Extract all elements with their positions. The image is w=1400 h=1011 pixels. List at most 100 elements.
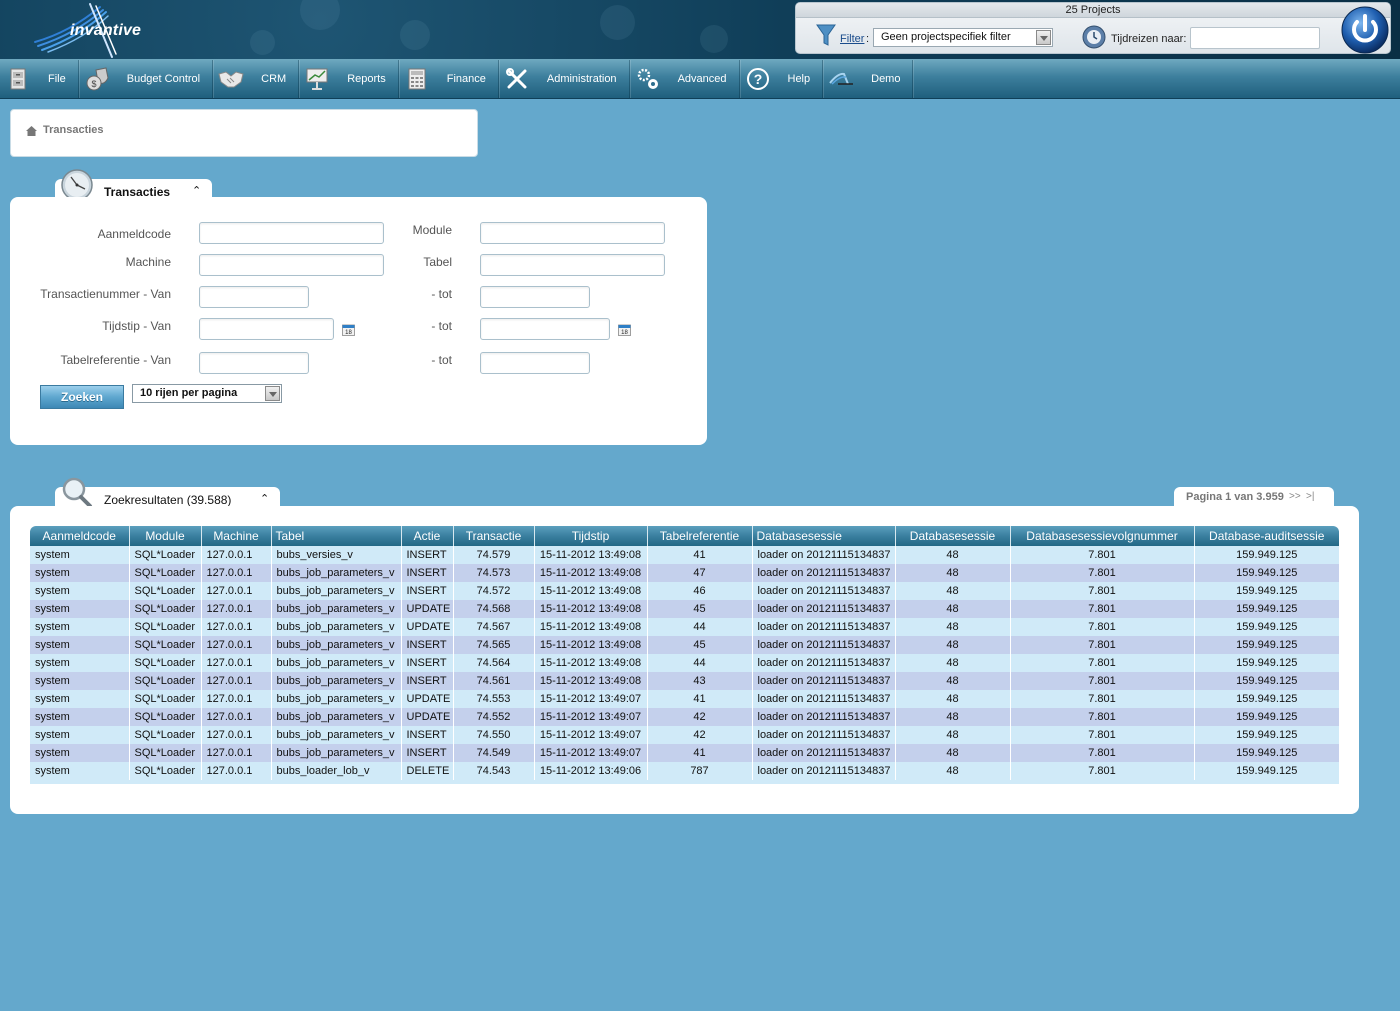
time-travel-input[interactable] [1190,27,1320,49]
calculator-icon [403,65,431,93]
table-row[interactable]: system SQL*Loader 127.0.0.1 bubs_job_parame… [30,654,1339,672]
menu-label: Advanced [677,72,727,85]
cell-aanmeldcode: system [30,690,130,708]
cell-databasesessie-nr: 48 [895,762,1011,780]
column-header-tijdstip[interactable]: Tijdstip [534,526,648,546]
collapse-icon[interactable]: ⌃ [192,184,201,197]
cell-tabel: bubs_job_parameters_v [271,708,402,726]
cell-database-auditsessie: 159.949.125 [1194,708,1339,726]
tijdstip-van-input[interactable] [199,318,334,340]
tabelreferentie-van-input[interactable] [199,352,309,374]
table-row[interactable]: system SQL*Loader 127.0.0.1 bubs_job_parame… [30,672,1339,690]
tijdstip-tot-input[interactable] [480,318,610,340]
cell-module: SQL*Loader [129,726,202,744]
pager-last-button[interactable]: >| [1306,491,1314,502]
results-table: Aanmeldcode Module Machine Tabel Actie Transa… [30,526,1339,780]
column-header-transactie[interactable]: Transactie [453,526,535,546]
column-header-actie[interactable]: Actie [401,526,454,546]
cell-machine: 127.0.0.1 [201,708,272,726]
filter-link[interactable]: Filter [840,33,864,45]
cell-database-auditsessie: 159.949.125 [1194,636,1339,654]
power-logout-button[interactable] [1340,5,1390,55]
cell-database-auditsessie: 159.949.125 [1194,582,1339,600]
menu-label: Budget Control [126,72,201,85]
column-header-module[interactable]: Module [129,526,202,546]
table-row[interactable]: system SQL*Loader 127.0.0.1 bubs_job_parame… [30,618,1339,636]
cell-aanmeldcode: system [30,654,130,672]
cell-databasesessie: loader on 20121115134837 [752,672,896,690]
cell-tabel: bubs_job_parameters_v [271,564,402,582]
cell-tabel: bubs_job_parameters_v [271,618,402,636]
column-header-tabel[interactable]: Tabel [271,526,402,546]
label-tijdstip-van: Tijdstip - Van [102,319,171,333]
collapse-icon[interactable]: ⌃ [260,492,269,505]
menu-item-crm[interactable]: CRM [213,59,300,98]
table-row[interactable]: system SQL*Loader 127.0.0.1 bubs_versies_v I… [30,546,1339,564]
menu-item-demo[interactable]: Demo [823,59,914,98]
column-header-aanmeldcode[interactable]: Aanmeldcode [30,526,130,546]
menu-item-help[interactable]: ? Help [740,59,824,98]
cell-databasesessie-nr: 48 [895,708,1011,726]
home-icon[interactable] [26,126,37,136]
cell-module: SQL*Loader [129,744,202,762]
column-header-database-auditsessie[interactable]: Database-auditsessie [1194,526,1339,546]
column-header-databasesessievolgnummer[interactable]: Databasesessievolgnummer [1010,526,1195,546]
chevron-down-icon[interactable] [265,386,280,401]
cell-databasesessievolgnummer: 7.801 [1010,672,1195,690]
column-header-databasesessie[interactable]: Databasesessie [752,526,896,546]
cell-module: SQL*Loader [129,618,202,636]
transactienummer-tot-input[interactable] [480,286,590,308]
aanmeldcode-input[interactable] [199,222,384,244]
cell-tabel: bubs_job_parameters_v [271,600,402,618]
module-input[interactable] [480,222,665,244]
table-row[interactable]: system SQL*Loader 127.0.0.1 bubs_job_parame… [30,582,1339,600]
cell-aanmeldcode: system [30,726,130,744]
table-row[interactable]: system SQL*Loader 127.0.0.1 bubs_loader_lob… [30,762,1339,780]
cell-aanmeldcode: system [30,618,130,636]
cell-tijdstip: 15-11-2012 13:49:08 [534,546,648,564]
column-header-tabelreferentie[interactable]: Tabelreferentie [647,526,753,546]
cell-machine: 127.0.0.1 [201,636,272,654]
cell-transactie: 74.550 [453,726,535,744]
cell-module: SQL*Loader [129,654,202,672]
rows-per-page-select[interactable]: 10 rijen per pagina [132,384,282,403]
menu-item-file[interactable]: File [0,59,79,98]
menu-item-reports[interactable]: Reports [299,59,399,98]
menu-item-administration[interactable]: Administration [499,59,630,98]
table-row[interactable]: system SQL*Loader 127.0.0.1 bubs_job_parame… [30,708,1339,726]
cell-tabelreferentie: 45 [647,600,753,618]
table-row[interactable]: system SQL*Loader 127.0.0.1 bubs_job_parame… [30,636,1339,654]
menu-label: Demo [871,72,901,85]
cell-databasesessie-nr: 48 [895,672,1011,690]
table-row[interactable]: system SQL*Loader 127.0.0.1 bubs_job_parame… [30,726,1339,744]
column-header-databasesessie-nr[interactable]: Databasesessie [895,526,1011,546]
menu-item-budget-control[interactable]: $ Budget Control [79,59,214,98]
pager-next-button[interactable]: >> [1289,491,1301,502]
svg-text:$: $ [91,79,96,89]
table-row[interactable]: system SQL*Loader 127.0.0.1 bubs_job_parame… [30,690,1339,708]
cell-databasesessie: loader on 20121115134837 [752,582,896,600]
decor-bubble [250,30,275,55]
cell-machine: 127.0.0.1 [201,564,272,582]
presentation-chart-icon [303,65,331,93]
transactienummer-van-input[interactable] [199,286,309,308]
cell-database-auditsessie: 159.949.125 [1194,672,1339,690]
machine-input[interactable] [199,254,384,276]
menu-item-finance[interactable]: Finance [399,59,499,98]
menu-item-advanced[interactable]: Advanced [630,59,740,98]
cell-actie: INSERT [401,546,454,564]
calendar-icon[interactable]: 18 [618,323,631,336]
table-row[interactable]: system SQL*Loader 127.0.0.1 bubs_job_parame… [30,564,1339,582]
cell-tijdstip: 15-11-2012 13:49:07 [534,744,648,762]
table-row[interactable]: system SQL*Loader 127.0.0.1 bubs_job_parame… [30,600,1339,618]
project-filter-select[interactable]: Geen projectspecifiek filter [873,28,1053,47]
tabel-input[interactable] [480,254,665,276]
calendar-icon[interactable]: 18 [342,323,355,336]
cell-actie: UPDATE [401,618,454,636]
search-button[interactable]: Zoeken [40,385,124,409]
tabelreferentie-tot-input[interactable] [480,352,590,374]
column-header-machine[interactable]: Machine [201,526,272,546]
table-row[interactable]: system SQL*Loader 127.0.0.1 bubs_job_parame… [30,744,1339,762]
chevron-down-icon[interactable] [1036,30,1051,45]
cell-aanmeldcode: system [30,582,130,600]
